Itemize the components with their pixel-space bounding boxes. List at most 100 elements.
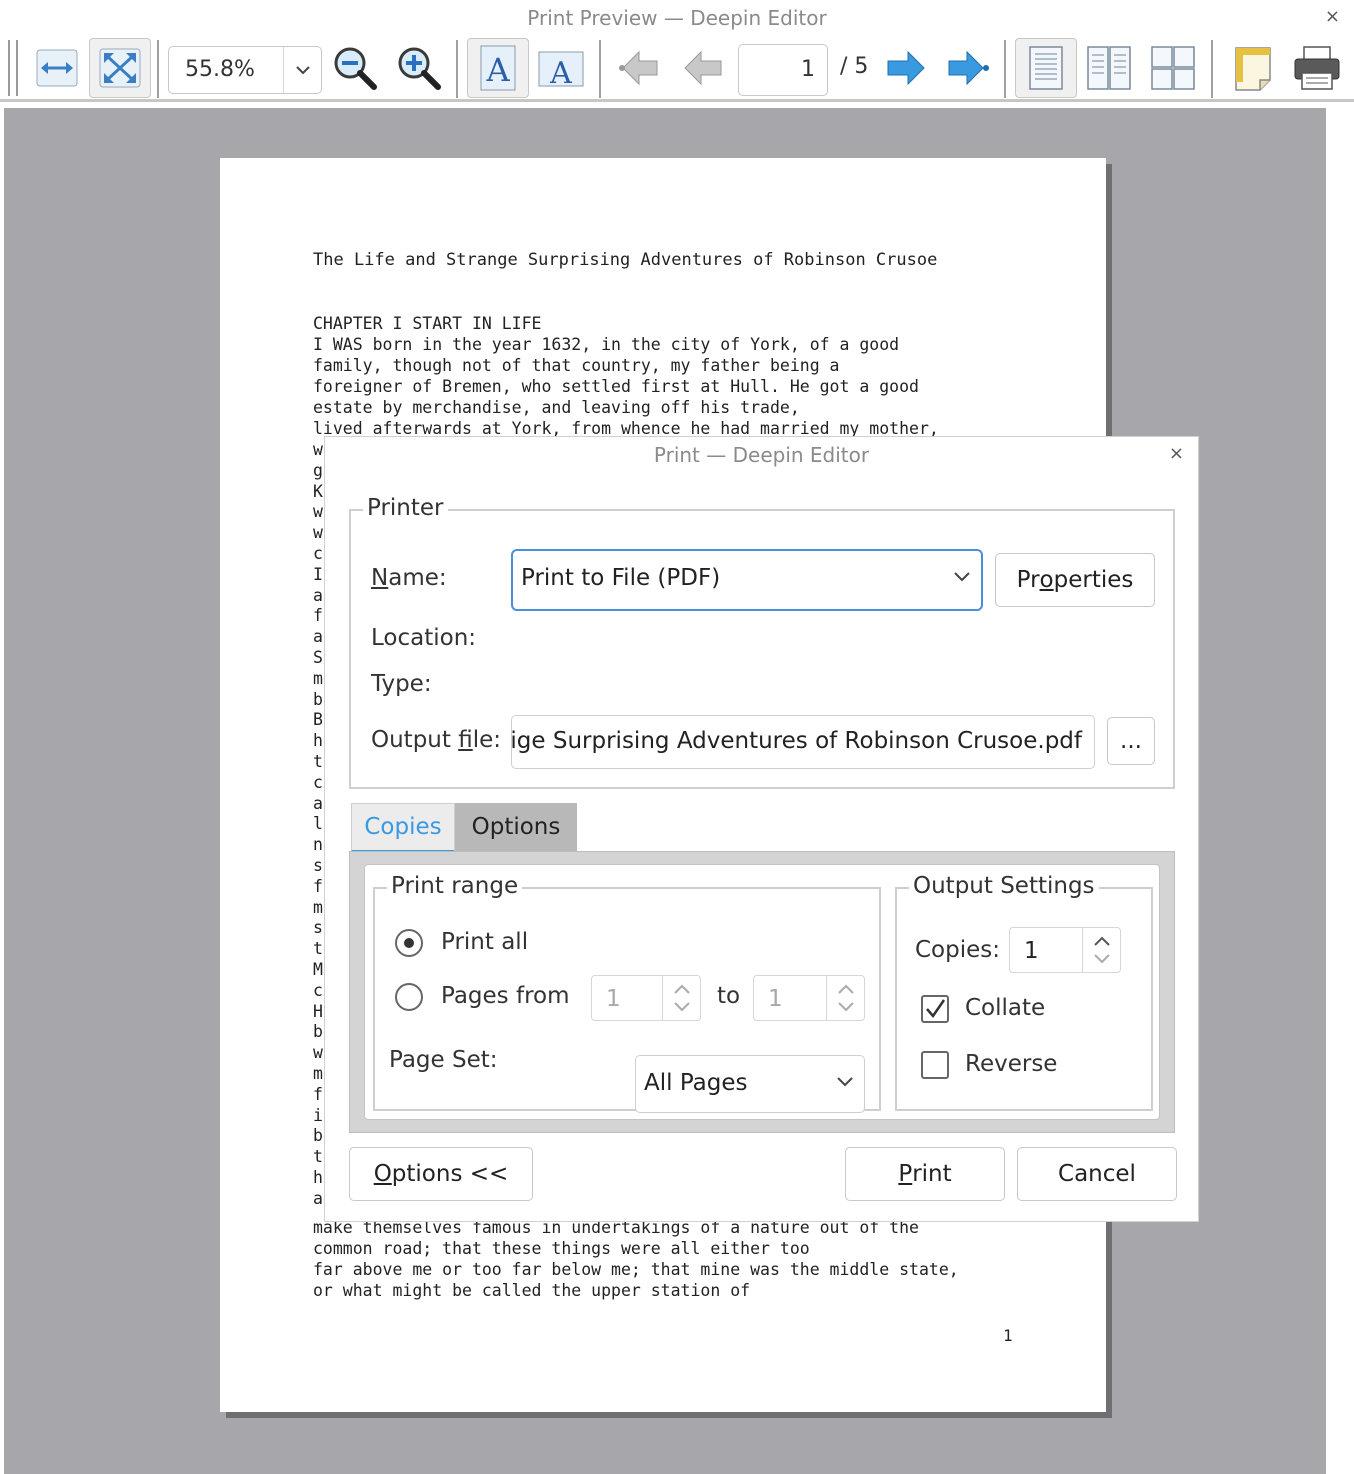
toolbar-separator [1004,40,1006,98]
toolbar-separator [1211,40,1213,98]
chevron-down-icon[interactable] [283,47,321,93]
document-line-fragment: m [313,668,323,688]
print-all-radio[interactable] [395,929,423,957]
document-line-fragment: f [313,606,323,626]
document-line-fragment: s [313,855,323,875]
print-icon[interactable] [1286,38,1348,98]
output-file-value: ige Surprising Adventures of Robinson Cr… [511,728,1082,754]
page-set-label: Page Set: [389,1047,498,1073]
page-set-value: All Pages [644,1070,748,1096]
copies-tab-content: Print range Print all Pages from 1 to 1 [364,864,1160,1120]
print-range-title: Print range [387,873,523,899]
last-page-icon[interactable] [937,38,999,98]
document-line-fragment: t [313,1147,323,1167]
copies-spinbox[interactable]: 1 [1009,927,1121,973]
location-label: Location: [371,625,477,651]
document-line-fragment: a [313,585,323,605]
output-file-label: Output file: [371,727,502,753]
zoom-value: 55.8% [185,57,255,82]
options-toggle-button[interactable]: Options << [349,1147,533,1201]
from-page-spinbox[interactable]: 1 [591,975,701,1021]
checkmark-icon [926,999,946,1019]
document-line-fragment: i [313,1105,323,1125]
tab-copies[interactable]: Copies [351,803,455,853]
overview-icon[interactable] [1142,38,1204,98]
document-line-fragment: b [313,1022,323,1042]
chevron-down-icon [837,1077,853,1087]
page-setup-icon[interactable] [1222,38,1284,98]
printer-name-select[interactable]: Print to File (PDF) [511,549,983,611]
previous-page-icon[interactable] [673,38,735,98]
print-range-group: Print range Print all Pages from 1 to 1 [373,873,881,1113]
collate-checkbox[interactable] [921,995,949,1023]
document-line-fragment: B [313,710,323,730]
spin-arrows-icon[interactable] [662,976,700,1020]
spin-arrows-icon[interactable] [826,976,864,1020]
fit-width-icon[interactable] [26,38,88,98]
reverse-checkbox[interactable] [921,1051,949,1079]
to-page-spinbox[interactable]: 1 [753,975,865,1021]
type-label: Type: [371,671,432,697]
page-set-select[interactable]: All Pages [635,1055,865,1113]
first-page-icon[interactable] [609,38,671,98]
document-line-fragment: a [313,793,323,813]
printer-group-title: Printer [363,495,448,521]
pages-from-radio[interactable] [395,983,423,1011]
document-line-fragment: w [313,502,323,522]
document-line-fragment: t [313,939,323,959]
document-line-fragment: l [313,814,323,834]
toolbar-grip[interactable] [8,40,18,96]
document-line-fragment: w [313,1043,323,1063]
copies-tab-panel: Print range Print all Pages from 1 to 1 [349,851,1175,1133]
svg-text:A: A [485,51,510,89]
document-line: CHAPTER I START IN LIFE [313,314,542,333]
to-label: to [717,983,741,1009]
facing-pages-icon[interactable] [1078,38,1140,98]
document-line: family, though not of that country, my f… [313,356,840,375]
zoom-in-icon[interactable] [388,38,450,98]
preview-toolbar: 55.8% A A 1 / 5 [0,36,1354,102]
document-text-top: CHAPTER I START IN LIFE I WAS born in the… [313,313,939,439]
document-line-fragment: S [313,647,323,667]
document-line: estate by merchandise, and leaving off h… [313,398,800,417]
zoom-combobox[interactable]: 55.8% [168,46,322,94]
pages-from-label[interactable]: Pages from [441,983,570,1009]
document-line-fragment: b [313,689,323,709]
document-line: I WAS born in the year 1632, in the city… [313,335,900,354]
close-icon[interactable]: × [1325,6,1340,27]
document-line-fragment: a [313,1188,323,1208]
cancel-button[interactable]: Cancel [1017,1147,1177,1201]
document-text-bottom: make themselves famous in undertakings o… [313,1217,959,1301]
page-number: 1 [1003,1326,1013,1345]
print-button[interactable]: Print [845,1147,1005,1201]
close-icon[interactable]: × [1169,443,1184,464]
from-page-value: 1 [606,986,621,1012]
collate-label[interactable]: Collate [965,995,1045,1021]
spin-arrows-icon[interactable] [1082,928,1120,972]
document-line-fragment: f [313,876,323,896]
document-line-fragment: g [313,460,323,480]
portrait-icon[interactable]: A [467,38,529,98]
document-line-fragment: b [313,1126,323,1146]
print-all-label[interactable]: Print all [441,929,528,955]
next-page-icon[interactable] [874,38,936,98]
document-line-fragment: c [313,772,323,792]
document-line-fragment: n [313,835,323,855]
landscape-icon[interactable]: A [530,38,592,98]
dialog-title: Print — Deepin Editor [653,443,870,467]
document-line-fragment: K [313,481,323,501]
current-page-input[interactable]: 1 [738,44,828,96]
single-page-icon[interactable] [1015,38,1077,98]
properties-button[interactable]: Pr o perties [995,553,1155,607]
browse-button[interactable]: ... [1107,717,1155,765]
reverse-label[interactable]: Reverse [965,1051,1057,1077]
chevron-down-icon [954,572,970,582]
copies-value: 1 [1024,938,1039,964]
document-line-fragment: I [313,564,323,584]
toolbar-separator [456,40,458,98]
output-file-input[interactable]: ige Surprising Adventures of Robinson Cr… [511,715,1095,769]
fit-page-icon[interactable] [89,38,151,98]
zoom-out-icon[interactable] [324,38,386,98]
tab-options[interactable]: Options [455,803,577,851]
toolbar-separator [157,40,159,98]
